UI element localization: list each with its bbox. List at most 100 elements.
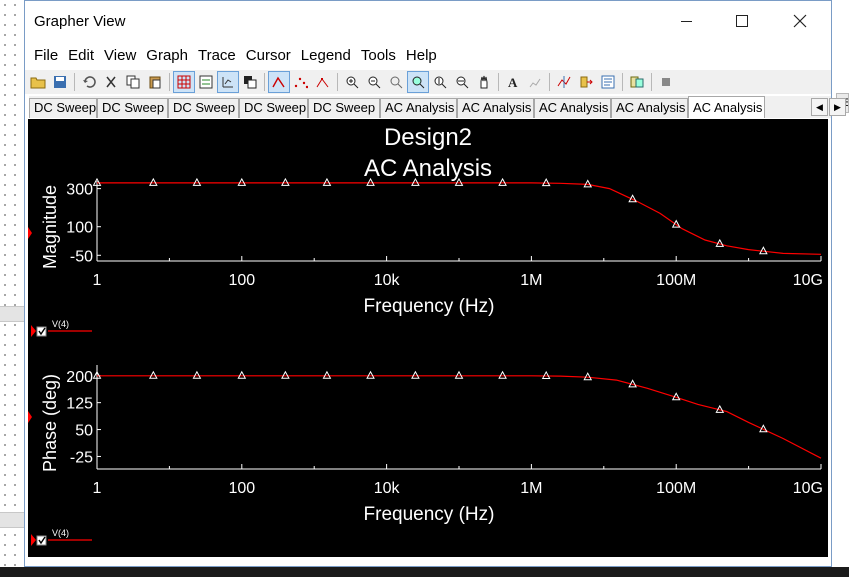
menu-tools[interactable]: Tools [356,43,401,69]
data-point-marker [237,370,247,379]
cursor-marker[interactable] [28,227,32,239]
tab-dc-sweep[interactable]: DC Sweep [239,98,308,118]
y-tick-label: -25 [70,449,93,466]
data-point-marker [149,177,158,186]
desktop-background [0,0,24,577]
menu-help[interactable]: Help [401,43,442,69]
menu-file[interactable]: File [29,43,63,69]
cut-icon [104,75,118,89]
overlay-button[interactable] [239,71,261,93]
zoom-area-button[interactable] [451,71,473,93]
menu-legend[interactable]: Legend [296,43,356,69]
zoom-in-icon [345,75,359,89]
title-bar[interactable]: Grapher View [25,1,831,41]
data-point-marker [281,370,290,379]
series-line-v4[interactable] [97,182,822,255]
x-tick-label: 10G [793,480,823,497]
data-point-marker [281,177,290,186]
pan-button[interactable] [473,71,495,93]
tab-ac-analysis[interactable]: AC Analysis [611,98,688,118]
label-icon [528,75,542,89]
plot-svg[interactable]: Design2 AC Analysis 1 100 10k 1M 100M 10G 300 100… [28,119,828,557]
menu-cursor[interactable]: Cursor [241,43,296,69]
data-point-marker [149,370,158,379]
menu-edit[interactable]: Edit [63,43,99,69]
markers-trace-button[interactable] [312,71,334,93]
menu-trace[interactable]: Trace [193,43,241,69]
dots-trace-button[interactable] [290,71,312,93]
zoom-y-button[interactable] [429,71,451,93]
tab-ac-analysis[interactable]: AC Analysis [457,98,534,118]
data-point-marker [671,219,681,228]
properties-button[interactable] [597,71,619,93]
x-tick-label: 1 [93,480,102,497]
tab-dc-sweep[interactable]: DC Sweep [168,98,239,118]
tab-dc-sweep[interactable]: DC Sweep [29,98,97,118]
maximize-button[interactable] [713,1,771,41]
compare-button[interactable] [626,71,648,93]
y-tick-label: -50 [70,248,93,265]
zoom-out-button[interactable] [363,71,385,93]
tab-dc-sweep[interactable]: DC Sweep [308,98,380,118]
data-point-marker [583,179,593,188]
toolbar-separator [498,73,499,91]
y-tick-label: 100 [66,220,93,237]
tab-scroll-left-button[interactable]: ◀ [811,98,828,116]
data-point-marker [322,370,332,379]
toggle-plot-button[interactable] [217,71,239,93]
zoom-in-button[interactable] [341,71,363,93]
background-window-edge: dB [832,0,849,567]
zoom-fit-button[interactable] [385,71,407,93]
tab-scroll-right-button[interactable]: ▶ [829,98,846,116]
stop-button[interactable] [655,71,677,93]
series-line-v4[interactable] [97,375,822,459]
cut-button[interactable] [100,71,122,93]
menu-graph[interactable]: Graph [141,43,193,69]
background-strip [0,512,24,528]
overlay-icon [243,75,257,89]
tab-scroll-right-icon: ▶ [834,102,841,112]
label-button[interactable] [524,71,546,93]
paste-icon [148,75,162,89]
zoom-area-icon [455,75,469,89]
save-button[interactable] [49,71,71,93]
minimize-button[interactable] [657,1,715,41]
menu-bar: File Edit View Graph Trace Cursor Legend Tools H… [25,43,831,69]
x-tick-label: 100M [656,272,696,289]
x-axis-label: Frequency (Hz) [364,296,495,317]
tab-ac-analysis[interactable]: AC Analysis [688,96,765,118]
x-tick-label: 1 [93,272,102,289]
tab-ac-analysis[interactable]: AC Analysis [534,98,611,118]
copy-icon [126,75,140,89]
tab-dc-sweep[interactable]: DC Sweep [97,98,168,118]
cursor-button[interactable] [553,71,575,93]
legend-button[interactable] [195,71,217,93]
close-button[interactable] [771,1,829,41]
paste-button[interactable] [144,71,166,93]
toolbar-separator [169,73,170,91]
y-axis-label: Magnitude [40,185,60,269]
export-button[interactable] [575,71,597,93]
copy-button[interactable] [122,71,144,93]
data-point-marker [498,370,507,379]
tab-ac-analysis[interactable]: AC Analysis [380,98,457,118]
save-icon [53,75,67,89]
zoom-y-icon [433,75,447,89]
plot-area[interactable]: Design2 AC Analysis 1 100 10k 1M 100M 10G 300 100… [28,119,828,557]
maximize-icon [736,15,748,27]
open-folder-button[interactable] [27,71,49,93]
toolbar-separator [264,73,265,91]
text-button[interactable]: A [502,71,524,93]
cursor-marker[interactable] [28,411,32,423]
zoom-x-button[interactable] [407,71,429,93]
toolbar-separator [74,73,75,91]
grid-button[interactable] [173,71,195,93]
text-icon: A [506,75,520,89]
zoom-fit-icon [389,75,403,89]
line-trace-button[interactable] [268,71,290,93]
toolbar-separator [337,73,338,91]
undo-button[interactable] [78,71,100,93]
background-strip [0,306,24,322]
cursor-icon [557,75,571,89]
menu-view[interactable]: View [99,43,141,69]
